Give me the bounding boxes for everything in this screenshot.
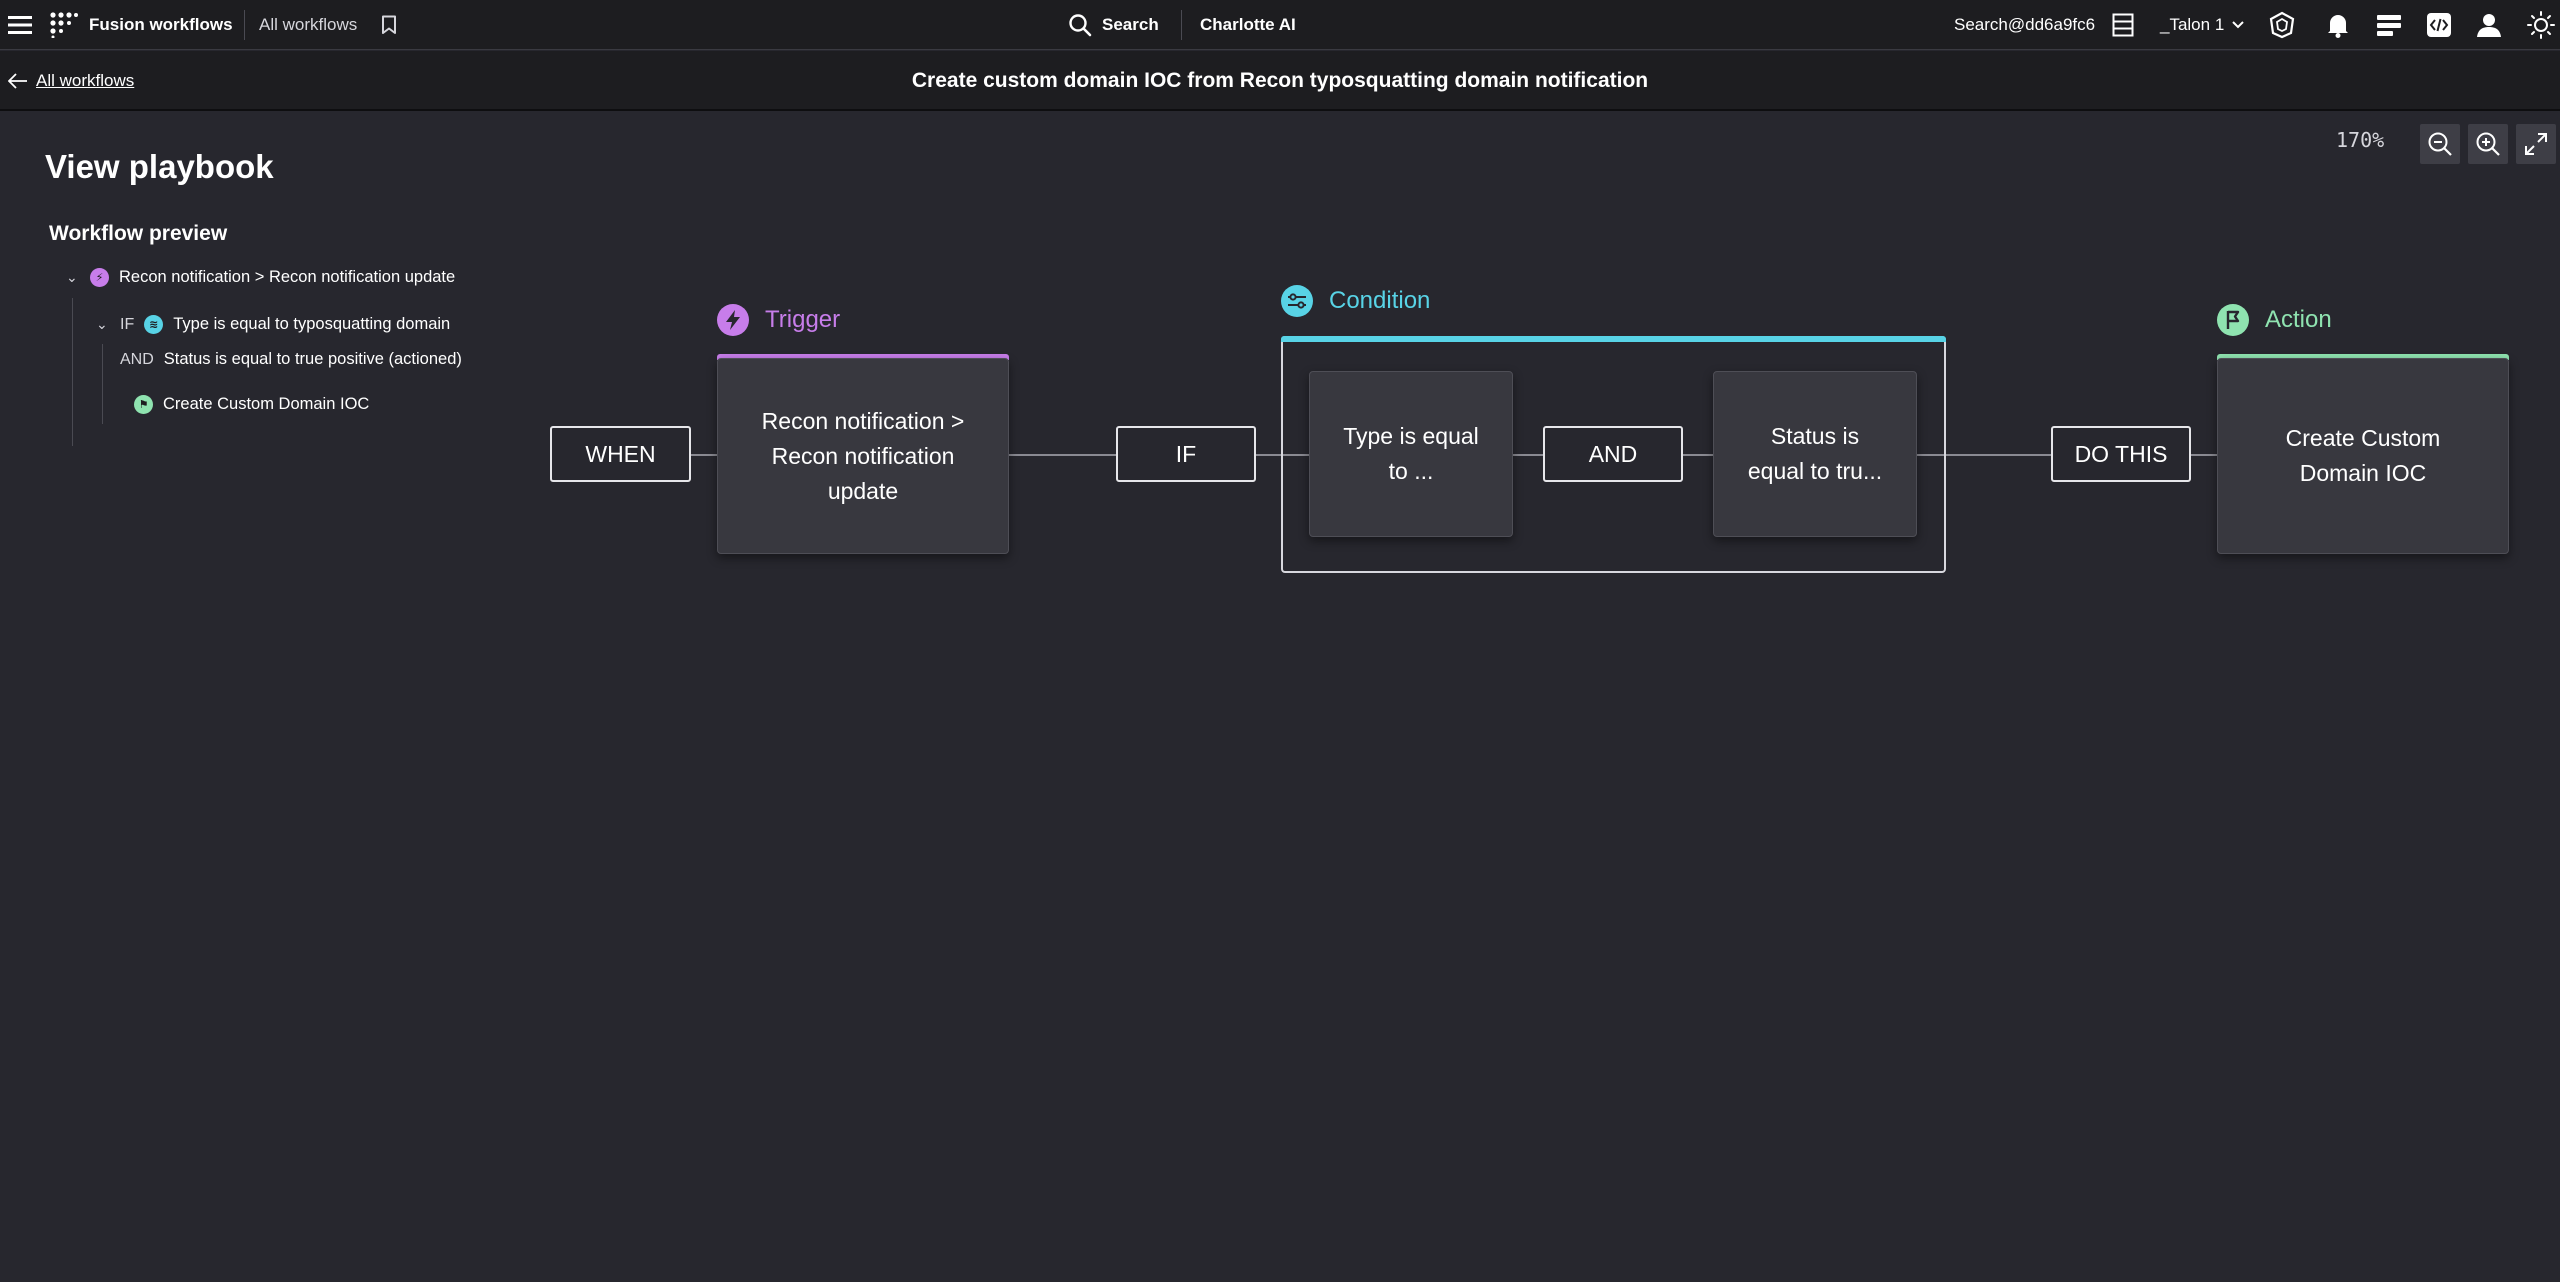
panel-layout-icon[interactable]	[2112, 0, 2134, 50]
tree-guide-line	[72, 298, 73, 446]
lightning-icon	[717, 304, 749, 336]
do-this-pill: DO THIS	[2051, 426, 2191, 482]
sub-header: Create custom domain IOC from Recon typo…	[0, 51, 2560, 111]
expand-icon	[2523, 131, 2549, 157]
tree-item-condition-1[interactable]: ⌄ IF ≋ Type is equal to typosquatting do…	[96, 315, 450, 334]
condition-label: Condition	[1329, 287, 1431, 314]
back-link-label: All workflows	[36, 71, 135, 90]
top-bar: Fusion workflows All workflows Search Ch…	[0, 0, 2560, 50]
trigger-section-label: Trigger	[717, 304, 840, 336]
theme-sun-icon[interactable]	[2527, 0, 2555, 50]
bookmark-icon[interactable]	[381, 0, 397, 50]
breadcrumb-all-workflows[interactable]: All workflows	[259, 0, 357, 50]
tree-guide-line	[102, 344, 103, 424]
zoom-out-icon	[2427, 131, 2453, 157]
and-keyword: AND	[120, 350, 154, 368]
zoom-level: 170%	[2336, 128, 2385, 152]
search-label: Search	[1102, 15, 1159, 34]
tree-action-label: Create Custom Domain IOC	[163, 395, 370, 413]
condition-node-2[interactable]: Status is equal to tru...	[1713, 371, 1917, 537]
tree-condition-1-label: Type is equal to typosquatting domain	[173, 315, 451, 333]
search-button[interactable]: Search	[1068, 0, 1159, 50]
app-name[interactable]: Fusion workflows	[89, 0, 233, 50]
action-section-label: Action	[2217, 304, 2332, 336]
tenant-label: _Talon 1	[2160, 15, 2225, 34]
trigger-node[interactable]: Recon notification > Recon notification …	[717, 358, 1009, 554]
tree-item-action[interactable]: ⚑ Create Custom Domain IOC	[134, 395, 369, 414]
action-node[interactable]: Create Custom Domain IOC	[2217, 358, 2509, 554]
search-icon	[1068, 13, 1092, 37]
lightning-icon: ⚡	[90, 268, 109, 287]
connector-line	[2190, 454, 2218, 456]
tree-condition-2-label: Status is equal to true positive (action…	[163, 350, 462, 368]
code-icon[interactable]	[2426, 0, 2452, 50]
tree-item-trigger[interactable]: ⌄ ⚡ Recon notification > Recon notificat…	[66, 268, 455, 287]
workflow-preview-title: Workflow preview	[49, 222, 228, 245]
fit-to-screen-button[interactable]	[2516, 124, 2556, 164]
user-icon[interactable]	[2476, 0, 2502, 50]
page-title: Create custom domain IOC from Recon typo…	[911, 69, 1649, 92]
divider	[244, 10, 245, 40]
tree-item-condition-2[interactable]: AND Status is equal to true positive (ac…	[120, 350, 462, 369]
charlotte-ai-button[interactable]: Charlotte AI	[1200, 0, 1296, 50]
account-search[interactable]: Search@dd6a9fc6	[1954, 0, 2095, 50]
tenant-selector[interactable]: _Talon 1	[2160, 0, 2244, 50]
connector-line	[1009, 454, 1117, 456]
chevron-down-icon[interactable]: ⌄	[66, 269, 80, 286]
zoom-out-button[interactable]	[2420, 124, 2460, 164]
feed-icon[interactable]	[2376, 0, 2402, 50]
hamburger-icon[interactable]	[8, 0, 32, 50]
bell-icon[interactable]	[2326, 0, 2350, 50]
when-pill: WHEN	[550, 426, 691, 482]
fusion-logo-icon	[50, 0, 78, 50]
view-playbook-title: View playbook	[45, 148, 274, 185]
if-pill: IF	[1116, 426, 1256, 482]
action-flag-icon: ⚑	[134, 395, 153, 414]
tree-trigger-label: Recon notification > Recon notification …	[119, 268, 456, 286]
connector-line	[690, 454, 718, 456]
action-label: Action	[2265, 306, 2332, 333]
condition-accent-bar	[1281, 336, 1946, 342]
and-pill: AND	[1543, 426, 1683, 482]
arrow-left-icon	[8, 73, 28, 89]
trigger-label: Trigger	[765, 306, 841, 333]
condition-sliders-icon	[1281, 285, 1313, 317]
divider	[1181, 10, 1182, 40]
falcon-shield-icon[interactable]	[2268, 0, 2296, 50]
if-keyword: IF	[120, 315, 135, 333]
condition-section-label: Condition	[1281, 285, 1430, 317]
back-link[interactable]: All workflows	[8, 51, 134, 111]
chevron-down-icon	[2232, 21, 2244, 29]
action-flag-icon	[2217, 304, 2249, 336]
condition-icon: ≋	[144, 315, 164, 334]
condition-node-1[interactable]: Type is equal to ...	[1309, 371, 1513, 537]
chevron-down-icon[interactable]: ⌄	[96, 316, 110, 333]
zoom-in-button[interactable]	[2468, 124, 2508, 164]
zoom-in-icon	[2475, 131, 2501, 157]
